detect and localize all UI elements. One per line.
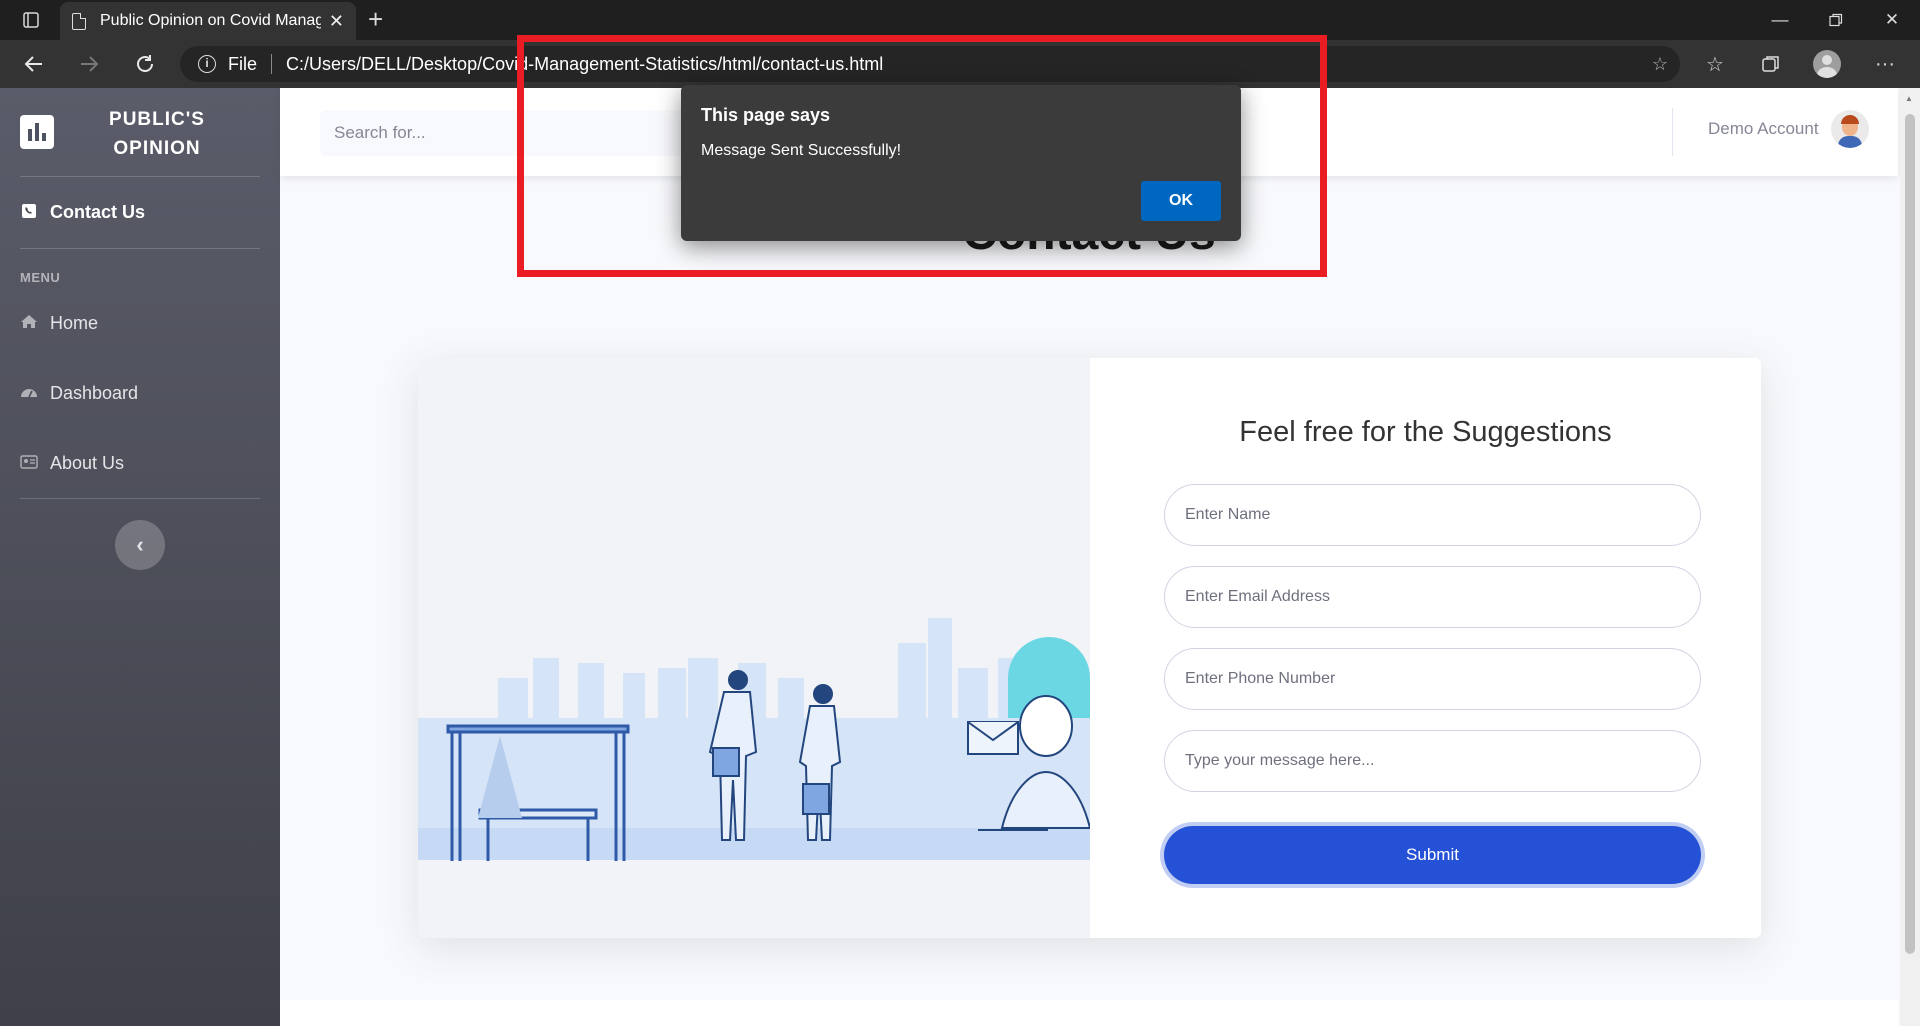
search-input[interactable]: Search for... <box>320 110 720 156</box>
chevron-left-icon: ‹ <box>136 532 144 557</box>
topbar-divider <box>1672 108 1673 156</box>
back-arrow-icon[interactable] <box>20 50 48 78</box>
contact-illustration <box>418 358 1092 938</box>
sidebar-divider <box>20 248 260 249</box>
add-favorite-icon[interactable]: ☆ <box>1652 54 1668 75</box>
sidebar: PUBLIC'S OPINION Contact Us MENU Home Da… <box>0 88 280 1026</box>
forward-arrow-icon[interactable] <box>75 50 103 78</box>
ok-button[interactable]: OK <box>1141 181 1221 221</box>
account-name: Demo Account <box>1708 119 1819 138</box>
user-dropdown[interactable]: Demo Account <box>1708 110 1869 148</box>
phone-square-icon <box>20 203 38 222</box>
email-field[interactable] <box>1164 566 1701 628</box>
phone-field[interactable] <box>1164 648 1701 710</box>
page-footer-edge <box>280 1000 1898 1026</box>
sidebar-item-contact-us[interactable]: Contact Us <box>20 202 145 223</box>
brand-line-2: OPINION <box>113 138 201 159</box>
refresh-icon[interactable] <box>131 50 159 78</box>
home-icon <box>20 314 38 333</box>
url-scheme: File <box>228 53 258 74</box>
sidebar-heading: MENU <box>20 270 61 285</box>
tachometer-icon <box>20 385 38 403</box>
search-placeholder: Search for... <box>334 123 426 142</box>
dialog-message: Message Sent Successfully! <box>701 142 902 159</box>
collections-icon[interactable] <box>1756 50 1786 78</box>
handshake-illustration <box>418 618 1092 861</box>
scroll-up-icon[interactable]: ▲ <box>1905 94 1913 103</box>
sidebar-item-home[interactable]: Home <box>20 313 98 334</box>
sidebar-item-dashboard[interactable]: Dashboard <box>20 383 138 404</box>
dialog-title: This page says <box>701 105 831 125</box>
close-tab-icon[interactable]: ✕ <box>329 11 344 32</box>
contact-form: Feel free for the Suggestions Submit <box>1090 358 1761 938</box>
submit-button[interactable]: Submit <box>1164 826 1701 884</box>
restore-icon[interactable] <box>1808 0 1864 40</box>
window-controls: — ✕ <box>1752 0 1920 40</box>
sidebar-brand[interactable]: PUBLIC'S OPINION <box>0 88 280 176</box>
tab-actions-icon[interactable] <box>14 8 48 32</box>
alert-dialog: This page says Message Sent Successfully… <box>681 85 1241 241</box>
profile-avatar <box>1813 50 1841 78</box>
sidebar-item-label: Home <box>50 313 99 333</box>
url-text[interactable]: C:/Users/DELL/Desktop/Covid-Management-S… <box>286 54 883 75</box>
url-separator <box>271 54 273 74</box>
sidebar-item-label: Dashboard <box>50 383 139 403</box>
brand-text: PUBLIC'S OPINION <box>80 105 234 163</box>
info-icon[interactable]: i <box>198 55 216 73</box>
sidebar-divider <box>20 176 260 177</box>
favorites-icon[interactable]: ☆ <box>1700 50 1730 78</box>
sidebar-item-label: Contact Us <box>50 202 146 222</box>
minimize-icon[interactable]: — <box>1752 0 1808 40</box>
bar-chart-icon <box>20 115 54 149</box>
close-window-icon[interactable]: ✕ <box>1864 0 1920 40</box>
avatar <box>1830 110 1869 148</box>
browser-toolbar: i File C:/Users/DELL/Desktop/Covid-Manag… <box>0 40 1920 88</box>
browser-window: Public Opinion on Covid Manage ✕ + — ✕ i… <box>0 0 1920 1026</box>
address-bar[interactable]: i File C:/Users/DELL/Desktop/Covid-Manag… <box>180 46 1680 82</box>
page-scrollbar[interactable]: ▲ <box>1900 88 1920 1026</box>
contact-card: Feel free for the Suggestions Submit <box>418 358 1761 938</box>
sidebar-item-about-us[interactable]: About Us <box>20 453 124 474</box>
page-icon <box>72 12 86 30</box>
tab-strip: Public Opinion on Covid Manage ✕ + — ✕ <box>0 0 1920 40</box>
sidebar-item-label: About Us <box>50 453 125 473</box>
more-options-icon[interactable]: ··· <box>1870 50 1900 78</box>
form-title: Feel free for the Suggestions <box>1239 416 1612 448</box>
sidebar-divider <box>20 498 260 499</box>
tab-title: Public Opinion on Covid Manage <box>100 12 321 29</box>
scrollbar-thumb[interactable] <box>1905 114 1915 954</box>
new-tab-button[interactable]: + <box>368 6 383 32</box>
profile-icon[interactable] <box>1812 50 1842 78</box>
message-field[interactable] <box>1164 730 1701 792</box>
brand-line-1: PUBLIC'S <box>109 109 205 130</box>
browser-tab[interactable]: Public Opinion on Covid Manage ✕ <box>60 2 356 40</box>
sidebar-toggle-button[interactable]: ‹ <box>115 520 165 570</box>
id-card-icon <box>20 454 38 473</box>
name-field[interactable] <box>1164 484 1701 546</box>
